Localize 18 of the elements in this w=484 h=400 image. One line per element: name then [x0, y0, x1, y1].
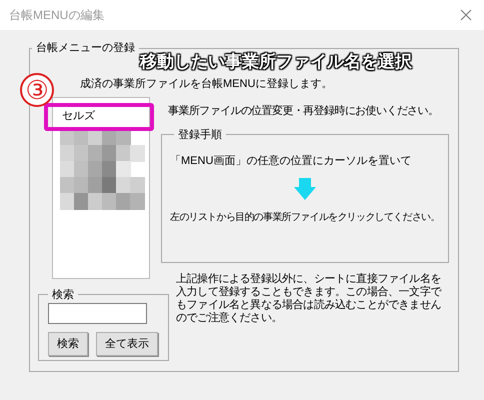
close-icon[interactable] [460, 9, 472, 21]
step-number-badge: ③ [20, 73, 54, 107]
step-text: 「MENU画面」の任意の位置にカーソルを置いて [170, 154, 412, 169]
down-arrow-icon [294, 178, 316, 200]
list-item[interactable]: セルズ [62, 108, 95, 122]
annotation-caption: 移動したい事業所ファイル名を選択 [140, 50, 412, 74]
toolbar-button[interactable]: 全て表示 [96, 332, 158, 356]
toolbar-button[interactable]: 検索 [48, 332, 88, 356]
search-title: 検索 [51, 288, 75, 302]
procedure-title: 登録手順 [177, 128, 223, 142]
window-title: 台帳MENUの編集 [9, 7, 104, 24]
group-title: 台帳メニューの登録 [35, 41, 136, 56]
file-list[interactable]: セルズ [52, 96, 150, 278]
note-text: 事業所ファイルの位置変更・再登録時にお使いください。 [168, 104, 438, 118]
intro-text: 成済の事業所ファイルを台帳MENUに登録します。 [79, 76, 334, 92]
search-field[interactable] [48, 303, 147, 324]
step-text: 左のリストから目的の事業所ファイルをクリックしてください。 [170, 210, 440, 224]
footnote-text: 上記操作による登録以外に、シートに直接ファイル名を入力して登録することもできます。この場合、一文字でもファイル名と異なる場合は読み込むことができませんのでご注意ください。 [176, 272, 443, 324]
